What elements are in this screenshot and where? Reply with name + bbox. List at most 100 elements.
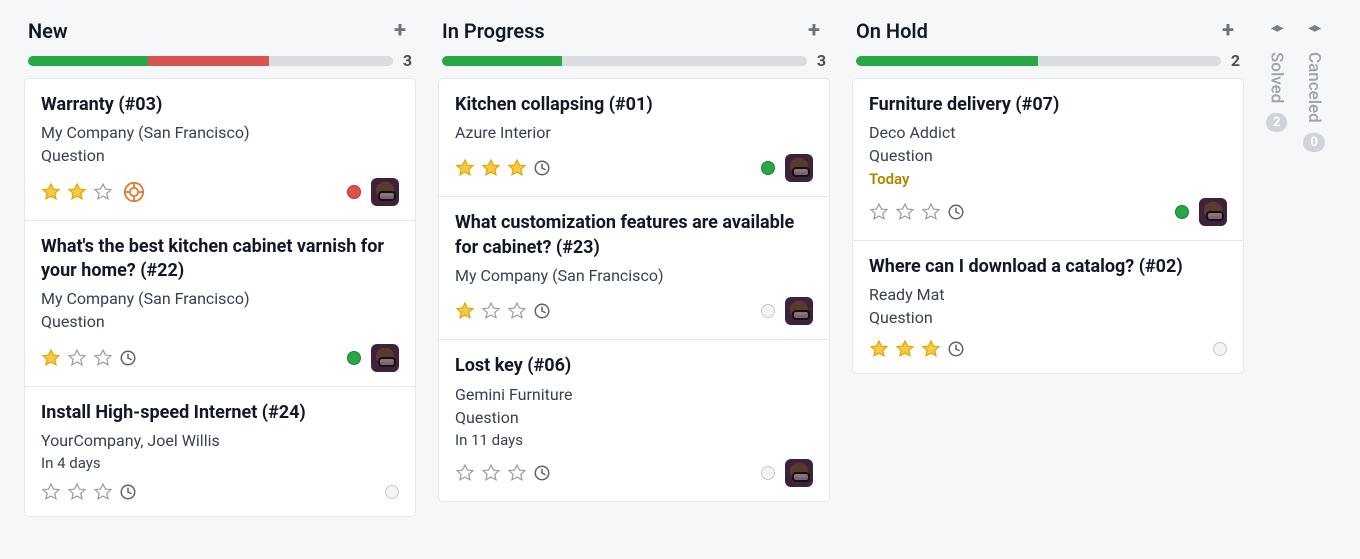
card-footer-right (347, 178, 399, 206)
column-progress: 2 (852, 51, 1244, 78)
progress-segment (148, 56, 268, 66)
kanban-card[interactable]: What customization features are availabl… (439, 197, 829, 340)
progress-segment (562, 56, 806, 66)
expand-icon[interactable]: ◂▸ (1308, 20, 1320, 36)
star-icon[interactable] (41, 482, 61, 502)
collapsed-title: Solved (1267, 52, 1287, 103)
star-icon[interactable] (895, 339, 915, 359)
column-count: 3 (817, 51, 826, 70)
kanban-card[interactable]: Warranty (#03)My Company (San Francisco)… (25, 79, 415, 221)
kanban-card[interactable]: Install High-speed Internet (#24)YourCom… (25, 387, 415, 516)
star-icon[interactable] (67, 482, 87, 502)
clock-icon[interactable] (533, 159, 551, 177)
status-dot[interactable] (1213, 342, 1227, 356)
star-icon[interactable] (481, 301, 501, 321)
star-icon[interactable] (869, 339, 889, 359)
card-subtitle: Deco Addict (869, 121, 1227, 144)
star-icon[interactable] (507, 463, 527, 483)
card-footer-left (455, 158, 551, 178)
collapsed-count: 0 (1303, 133, 1324, 152)
status-dot[interactable] (1175, 205, 1189, 219)
card-title: Furniture delivery (#07) (869, 93, 1227, 117)
star-icon[interactable] (41, 348, 61, 368)
star-icon[interactable] (41, 182, 61, 202)
progress-bar[interactable] (442, 56, 807, 66)
column-header: In Progress + (438, 16, 830, 51)
kanban-card[interactable]: Furniture delivery (#07)Deco AddictQuest… (853, 79, 1243, 241)
card-type: Question (455, 406, 813, 429)
status-dot[interactable] (347, 351, 361, 365)
add-card-button[interactable]: + (388, 16, 412, 45)
collapsed-count: 2 (1266, 113, 1287, 132)
star-icon[interactable] (67, 348, 87, 368)
status-dot[interactable] (385, 485, 399, 499)
card-footer (41, 344, 399, 372)
card-footer-right (1175, 198, 1227, 226)
star-icon[interactable] (921, 202, 941, 222)
progress-bar[interactable] (28, 56, 393, 66)
star-icon[interactable] (455, 463, 475, 483)
kanban-card[interactable]: Where can I download a catalog? (#02)Rea… (853, 241, 1243, 374)
card-footer-right (1213, 342, 1227, 356)
star-icon[interactable] (455, 158, 475, 178)
card-type: Question (41, 144, 399, 167)
clock-icon[interactable] (947, 203, 965, 221)
card-footer-left (41, 348, 137, 368)
kanban-card[interactable]: Lost key (#06)Gemini FurnitureQuestionIn… (439, 340, 829, 501)
clock-icon[interactable] (119, 483, 137, 501)
star-icon[interactable] (507, 301, 527, 321)
star-icon[interactable] (455, 301, 475, 321)
expand-icon[interactable]: ◂▸ (1271, 20, 1283, 36)
avatar[interactable] (371, 178, 399, 206)
lifebelt-icon[interactable] (123, 181, 145, 203)
card-footer-right (761, 154, 813, 182)
star-icon[interactable] (869, 202, 889, 222)
status-dot[interactable] (761, 161, 775, 175)
card-footer-left (869, 202, 965, 222)
status-dot[interactable] (347, 185, 361, 199)
column-inprogress: In Progress + 3 Kitchen collapsing (#01)A… (438, 16, 830, 543)
card-subtitle: My Company (San Francisco) (41, 287, 399, 310)
card-footer-left (41, 181, 145, 203)
progress-segment (1038, 56, 1220, 66)
card-footer-left (455, 463, 551, 483)
clock-icon[interactable] (947, 340, 965, 358)
progress-segment (856, 56, 1038, 66)
avatar[interactable] (785, 459, 813, 487)
clock-icon[interactable] (533, 302, 551, 320)
avatar[interactable] (1199, 198, 1227, 226)
kanban-card[interactable]: Kitchen collapsing (#01)Azure Interior (439, 79, 829, 197)
clock-icon[interactable] (533, 464, 551, 482)
card-subtitle: Ready Mat (869, 283, 1227, 306)
star-icon[interactable] (481, 158, 501, 178)
card-title: Install High-speed Internet (#24) (41, 401, 399, 425)
collapsed-column-solved[interactable]: ◂▸ Solved 2 (1266, 20, 1287, 543)
card-subtitle: Azure Interior (455, 121, 813, 144)
star-icon[interactable] (93, 182, 113, 202)
star-icon[interactable] (895, 202, 915, 222)
star-icon[interactable] (67, 182, 87, 202)
column-count: 3 (403, 51, 412, 70)
column-title: New (28, 19, 68, 43)
avatar[interactable] (785, 154, 813, 182)
avatar[interactable] (371, 344, 399, 372)
progress-segment (269, 56, 393, 66)
status-dot[interactable] (761, 304, 775, 318)
star-icon[interactable] (93, 482, 113, 502)
star-icon[interactable] (507, 158, 527, 178)
add-card-button[interactable]: + (1216, 16, 1240, 45)
progress-bar[interactable] (856, 56, 1221, 66)
card-title: Lost key (#06) (455, 354, 813, 378)
star-icon[interactable] (481, 463, 501, 483)
card-type: Question (41, 310, 399, 333)
star-icon[interactable] (921, 339, 941, 359)
clock-icon[interactable] (119, 349, 137, 367)
collapsed-column-canceled[interactable]: ◂▸ Canceled 0 (1303, 20, 1324, 543)
add-card-button[interactable]: + (802, 16, 826, 45)
card-subtitle: My Company (San Francisco) (455, 264, 813, 287)
avatar[interactable] (785, 297, 813, 325)
kanban-card[interactable]: What's the best kitchen cabinet varnish … (25, 221, 415, 387)
star-icon[interactable] (93, 348, 113, 368)
card-subtitle: Gemini Furniture (455, 383, 813, 406)
status-dot[interactable] (761, 466, 775, 480)
